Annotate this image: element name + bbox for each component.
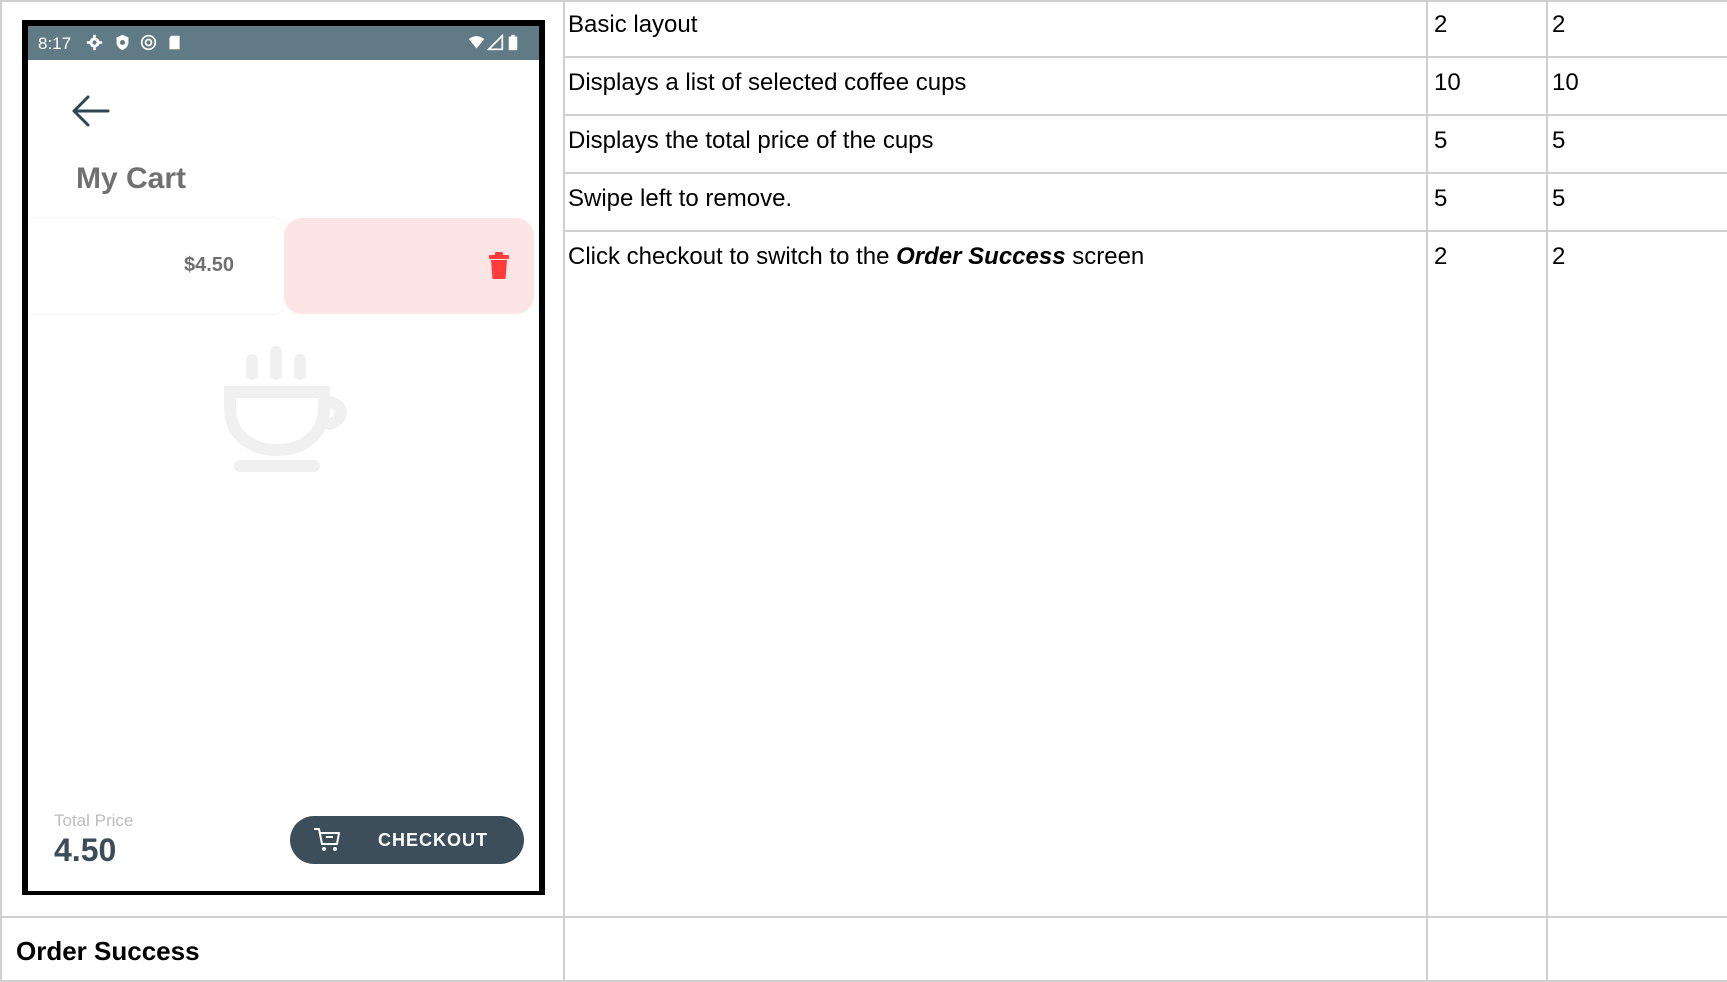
- criterion-checkout: Click checkout to switch to the Order Su…: [568, 243, 1144, 271]
- criterion-total-price: Displays the total price of the cups: [568, 127, 934, 154]
- phone-screen: 8:17 My Cart $4.50 Total Price 4.50 CHEC…: [28, 26, 539, 891]
- row-divider-4: [563, 230, 1727, 232]
- sd-card-icon: [169, 35, 180, 50]
- table-border-top: [0, 0, 1727, 2]
- criterion-checkout-post: screen: [1065, 243, 1145, 270]
- checkout-button[interactable]: CHECKOUT: [290, 816, 524, 864]
- cart-icon: [314, 828, 340, 851]
- checkout-button-label: CHECKOUT: [378, 830, 488, 850]
- back-arrow-icon[interactable]: [70, 94, 112, 128]
- criterion-list-cups: Displays a list of selected coffee cups: [568, 69, 967, 96]
- score-swipe-remove: 5: [1552, 185, 1566, 212]
- coffee-cup-icon: [224, 346, 347, 472]
- points-basic-layout: 2: [1434, 11, 1448, 38]
- points-checkout: 2: [1434, 243, 1448, 270]
- page-title: My Cart: [76, 162, 187, 195]
- row-divider-5: [0, 916, 1727, 918]
- order-success-heading: Order Success: [16, 936, 200, 966]
- battery-icon: [508, 34, 518, 51]
- points-total-price: 5: [1434, 127, 1448, 154]
- column-divider-1: [563, 0, 565, 982]
- criterion-swipe-remove: Swipe left to remove.: [568, 185, 793, 212]
- shield-icon: [116, 34, 129, 51]
- signal-icon: [487, 34, 504, 51]
- total-price-value: 4.50: [54, 832, 117, 868]
- criterion-checkout-emphasis: Order Success: [896, 243, 1066, 270]
- score-total-price: 5: [1552, 127, 1566, 154]
- row-divider-2: [563, 114, 1727, 116]
- status-bar: 8:17: [28, 26, 539, 60]
- row-divider-1: [563, 56, 1727, 58]
- status-time: 8:17: [38, 34, 72, 53]
- criterion-checkout-pre: Click checkout to switch to the: [568, 243, 897, 270]
- trash-icon[interactable]: [488, 252, 510, 280]
- row-divider-3: [563, 172, 1727, 174]
- column-divider-3: [1546, 0, 1548, 982]
- score-checkout: 2: [1552, 243, 1566, 270]
- phone-frame: 8:17 My Cart $4.50 Total Price 4.50 CHEC…: [22, 20, 545, 895]
- column-divider-2: [1426, 0, 1428, 982]
- wifi-icon: [468, 36, 485, 49]
- total-price-label: Total Price: [54, 811, 134, 830]
- points-swipe-remove: 5: [1434, 185, 1448, 212]
- score-list-cups: 10: [1552, 69, 1579, 96]
- cart-item-card[interactable]: [28, 218, 288, 314]
- table-border-left: [0, 0, 2, 982]
- points-list-cups: 10: [1434, 69, 1461, 96]
- score-basic-layout: 2: [1552, 11, 1566, 38]
- settings-icon: [86, 34, 103, 51]
- criterion-basic-layout: Basic layout: [568, 11, 698, 38]
- sync-icon: [140, 34, 157, 51]
- cart-item-price: $4.50: [184, 254, 235, 276]
